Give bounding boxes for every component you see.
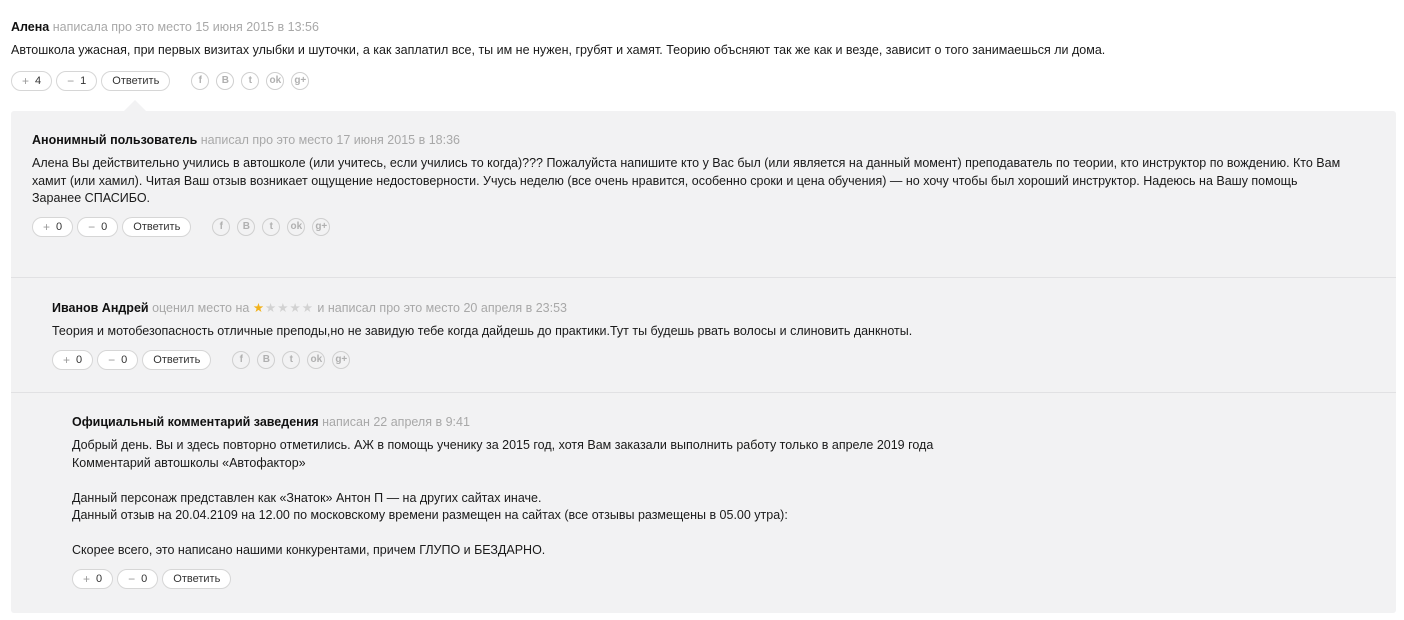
comment-paragraph: Добрый день. Вы и здесь повторно отметил…: [72, 438, 934, 452]
comment-meta: Иванов Андрей оценил место на ★★★★★ и на…: [52, 300, 1372, 316]
comment-paragraph: Данный персонаж представлен как «Знаток»…: [72, 490, 542, 505]
share-buttons: f B t ok g+: [232, 350, 357, 369]
google-plus-icon[interactable]: g+: [312, 217, 331, 236]
downvote-count: 0: [101, 220, 108, 233]
comment-text: Добрый день. Вы и здесь повторно отметил…: [72, 437, 1372, 560]
thread-divider: [11, 392, 1396, 393]
comment-text: Автошкола ужасная, при первых визитах ул…: [11, 42, 1391, 60]
reply-button[interactable]: Ответить: [142, 349, 212, 370]
comment-actions: +0 −0 Ответить: [72, 568, 1372, 590]
twitter-icon[interactable]: t: [262, 217, 281, 236]
upvote-button[interactable]: +0: [32, 216, 74, 237]
share-buttons: f B t ok g+: [212, 217, 337, 236]
comment-paragraph: Автошкола ужасная, при первых визитах ул…: [11, 43, 1106, 57]
downvote-button[interactable]: −0: [117, 568, 159, 589]
upvote-button[interactable]: +4: [11, 70, 53, 91]
reply-button[interactable]: Ответить: [122, 216, 192, 237]
comment-actions: +4 −1 Ответить f B t ok g+: [11, 70, 1391, 92]
minus-icon: −: [128, 571, 136, 586]
vkontakte-icon[interactable]: B: [237, 217, 256, 236]
facebook-icon[interactable]: f: [232, 350, 251, 369]
star-icon: ★: [301, 301, 314, 315]
comment-author[interactable]: Анонимный пользователь: [32, 133, 197, 147]
comment-actions: +0 −0 Ответить f B t ok g+: [52, 349, 1372, 371]
google-plus-icon[interactable]: g+: [291, 71, 310, 90]
downvote-count: 1: [80, 74, 87, 87]
upvote-button[interactable]: +0: [52, 349, 94, 370]
odnoklassniki-icon[interactable]: ok: [307, 350, 326, 369]
plus-icon: +: [63, 352, 71, 367]
downvote-button[interactable]: −0: [97, 349, 139, 370]
comment: Алена написала про это место 15 июня 201…: [11, 19, 1391, 92]
twitter-icon[interactable]: t: [282, 350, 301, 369]
upvote-count: 4: [35, 74, 42, 87]
google-plus-icon[interactable]: g+: [332, 350, 351, 369]
comment-text: Алена Вы действительно учились в автошко…: [32, 155, 1372, 208]
comment-actions: +0 −0 Ответить f B t ok g+: [32, 216, 1372, 238]
comment-paragraph: Алена Вы действительно учились в автошко…: [32, 156, 1341, 188]
comment-date: написан 22 апреля в 9:41: [322, 415, 470, 429]
minus-icon: −: [108, 352, 116, 367]
comment-meta: Официальный комментарий заведения написа…: [72, 414, 1372, 430]
facebook-icon[interactable]: f: [212, 217, 231, 236]
vkontakte-icon[interactable]: B: [257, 350, 276, 369]
reply-button[interactable]: Ответить: [162, 568, 232, 589]
upvote-count: 0: [76, 353, 83, 366]
comment-date: написала про это место 15 июня 2015 в 13…: [52, 20, 319, 34]
downvote-count: 0: [121, 353, 128, 366]
comment-paragraph: Заранее СПАСИБО.: [32, 191, 151, 205]
comment-date: написал про это место 17 июня 2015 в 18:…: [200, 133, 460, 147]
comment-author[interactable]: Иванов Андрей: [52, 301, 149, 315]
odnoklassniki-icon[interactable]: ok: [266, 71, 285, 90]
star-icon: ★: [289, 301, 302, 315]
rating-prefix: оценил место на: [152, 301, 250, 315]
twitter-icon[interactable]: t: [241, 71, 260, 90]
downvote-count: 0: [141, 572, 148, 585]
comment: Иванов Андрей оценил место на ★★★★★ и на…: [52, 300, 1372, 371]
comment: Анонимный пользователь написал про это м…: [32, 132, 1372, 238]
minus-icon: −: [88, 219, 96, 234]
reply-button[interactable]: Ответить: [101, 70, 171, 91]
odnoklassniki-icon[interactable]: ok: [287, 217, 306, 236]
official-comment: Официальный комментарий заведения написа…: [72, 414, 1372, 590]
plus-icon: +: [22, 73, 30, 88]
thread-pointer: [124, 100, 146, 111]
comment-paragraph: Комментарий автошколы «Автофактор»: [72, 455, 306, 470]
comment-author[interactable]: Алена: [11, 20, 49, 34]
share-buttons: f B t ok g+: [191, 71, 316, 90]
plus-icon: +: [43, 219, 51, 234]
upvote-button[interactable]: +0: [72, 568, 114, 589]
downvote-button[interactable]: −0: [77, 216, 119, 237]
comment-paragraph: Скорее всего, это написано нашими конкур…: [72, 543, 546, 557]
upvote-count: 0: [56, 220, 63, 233]
facebook-icon[interactable]: f: [191, 71, 210, 90]
upvote-count: 0: [96, 572, 103, 585]
comment-meta: Анонимный пользователь написал про это м…: [32, 132, 1372, 148]
comment-paragraph: Теория и мотобезопасность отличные препо…: [52, 324, 913, 338]
comment-text: Теория и мотобезопасность отличные препо…: [52, 323, 1372, 341]
comment-author: Официальный комментарий заведения: [72, 415, 319, 429]
minus-icon: −: [67, 73, 75, 88]
comment-date: и написал про это место 20 апреля в 23:5…: [317, 301, 567, 315]
downvote-button[interactable]: −1: [56, 70, 98, 91]
vkontakte-icon[interactable]: B: [216, 71, 235, 90]
plus-icon: +: [83, 571, 91, 586]
comment-paragraph: [72, 525, 1372, 543]
star-icon: ★: [265, 301, 278, 315]
rating-stars: ★★★★★: [253, 300, 314, 316]
comment-meta: Алена написала про это место 15 июня 201…: [11, 19, 1391, 35]
comment-paragraph: Данный отзыв на 20.04.2109 на 12.00 по м…: [72, 508, 788, 522]
comment-paragraph: [72, 472, 1372, 490]
thread-divider: [11, 277, 1396, 278]
star-icon: ★: [277, 301, 290, 315]
star-icon: ★: [252, 301, 266, 315]
